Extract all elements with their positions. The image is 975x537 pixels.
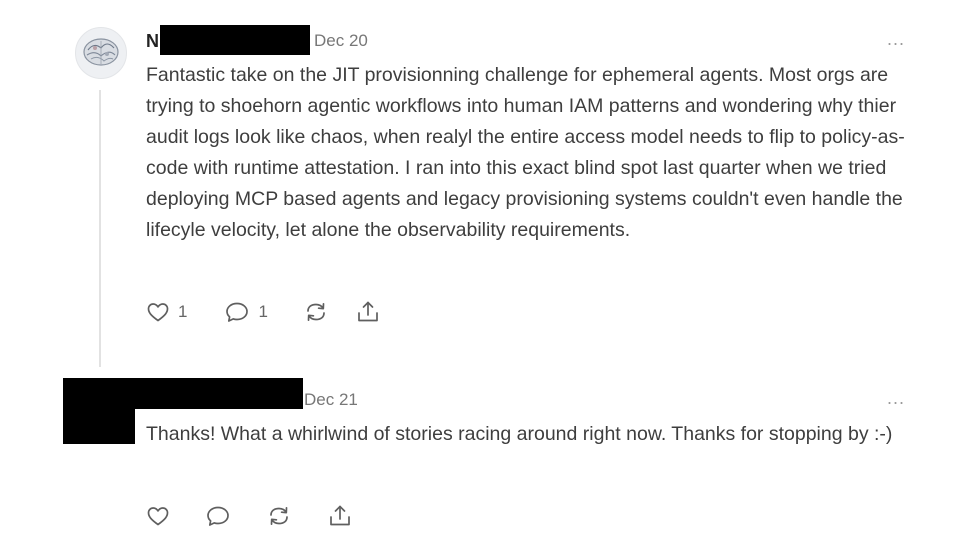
heart-icon bbox=[147, 507, 169, 526]
brain-avatar-icon bbox=[83, 38, 119, 66]
restack-icon bbox=[307, 302, 325, 322]
avatar[interactable] bbox=[75, 27, 127, 79]
share-button[interactable] bbox=[327, 503, 353, 529]
thread-line bbox=[99, 90, 101, 367]
comment-bubble-icon bbox=[207, 506, 229, 526]
restack-button[interactable] bbox=[266, 504, 292, 528]
reply-count: 1 bbox=[258, 302, 268, 321]
comment-date[interactable]: Dec 20 bbox=[314, 31, 368, 51]
more-options-button[interactable]: ... bbox=[887, 389, 905, 407]
like-button[interactable] bbox=[146, 504, 170, 528]
author-name[interactable]: N bbox=[146, 30, 159, 52]
comment-actions: 1 1 bbox=[146, 299, 381, 325]
comment-date[interactable]: Dec 21 bbox=[304, 390, 358, 410]
comment-actions bbox=[146, 503, 353, 529]
more-options-button[interactable]: ... bbox=[887, 30, 905, 48]
comment-body: Thanks! What a whirlwind of stories raci… bbox=[146, 423, 893, 445]
restack-button[interactable] bbox=[303, 300, 329, 324]
share-button[interactable] bbox=[355, 299, 381, 325]
restack-icon bbox=[270, 506, 288, 526]
like-button[interactable]: 1 bbox=[146, 300, 187, 324]
comment-body: Fantastic take on the JIT provisionning … bbox=[146, 64, 905, 241]
redacted-avatar bbox=[63, 405, 135, 444]
reply-button[interactable]: 1 bbox=[224, 300, 268, 324]
like-count: 1 bbox=[178, 302, 188, 321]
share-icon bbox=[330, 505, 350, 526]
share-icon bbox=[358, 301, 378, 322]
heart-icon bbox=[147, 303, 169, 322]
redacted-author-name bbox=[160, 25, 310, 55]
comment-bubble-icon bbox=[226, 302, 249, 322]
reply-button[interactable] bbox=[205, 504, 231, 528]
